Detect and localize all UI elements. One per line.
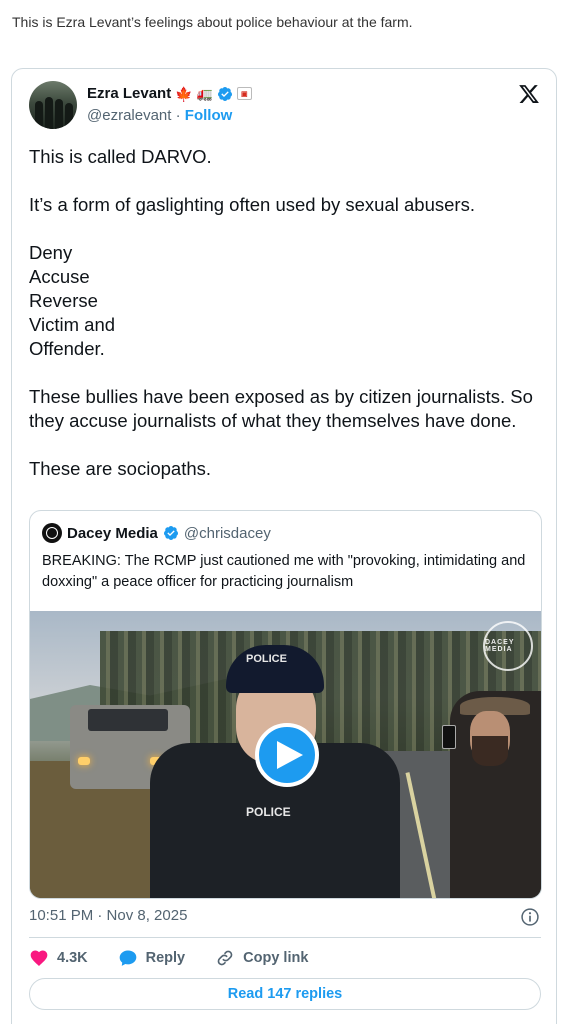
quoted-author-avatar[interactable] [42,523,62,543]
author-name[interactable]: Ezra Levant [87,85,171,102]
tweet-paragraph: These are sociopaths. [29,458,212,479]
tweet-paragraph: It’s a form of gaslighting often used by… [29,194,475,215]
quoted-tweet[interactable]: Dacey Media @chrisdacey BREAKING: The RC… [29,510,542,899]
copy-link-label: Copy link [243,950,309,966]
divider [29,937,541,938]
author-handle[interactable]: @ezralevant [87,107,171,124]
author-handle-row: @ezralevant · Follow [87,107,232,124]
author-avatar[interactable] [29,81,77,129]
tweet-paragraph: This is called DARVO. [29,146,212,167]
handle-separator: · [175,107,181,124]
author-name-row: Ezra Levant 🍁 🚛 ▣ [87,85,252,102]
dacey-media-watermark: DACEY MEDIA [483,621,533,671]
tweet-actions: 4.3K Reply Copy link [29,947,541,969]
tweet-paragraph: These bullies have been exposed as by ci… [29,386,533,431]
copy-link-button[interactable]: Copy link [215,948,308,968]
play-button[interactable] [255,723,319,787]
truck-headlight [78,757,90,765]
man-beard [472,736,508,766]
reply-button[interactable]: Reply [118,948,186,968]
canada-flag-icon: 🍁 [175,85,193,102]
quoted-video-thumbnail[interactable]: POLICE POLICE DACEY MEDIA [30,611,541,898]
like-button[interactable]: 4.3K [29,948,88,968]
verified-badge-icon [163,526,178,540]
quoted-author-name[interactable]: Dacey Media [67,525,158,542]
intro-caption: This is Ezra Levant’s feelings about pol… [12,14,413,30]
affiliate-badge-icon: ▣ [236,87,252,100]
watermark-text: DACEY MEDIA [485,639,515,653]
officer-cap-text: POLICE [246,653,287,665]
quoted-tweet-text: BREAKING: The RCMP just cautioned me wit… [42,553,526,590]
truck-icon: 🚛 [196,86,213,101]
embedded-tweet-card: Ezra Levant 🍁 🚛 ▣ @ezralevant · Follow T… [11,68,557,1024]
speech-bubble-icon [119,950,136,966]
like-count: 4.3K [57,950,88,966]
reply-label: Reply [145,950,186,966]
follow-button[interactable]: Follow [185,107,233,124]
bearded-man-figure [450,691,541,898]
verified-badge-icon [217,86,232,101]
quoted-author-row: Dacey Media @chrisdacey [42,523,271,543]
play-icon [276,741,303,769]
link-icon [217,950,233,966]
info-icon[interactable] [520,907,540,927]
phone-in-hand [442,725,456,749]
read-replies-button[interactable]: Read 147 replies [29,978,541,1010]
heart-icon [30,950,48,966]
tweet-timestamp[interactable]: 10:51 PM · Nov 8, 2025 [29,907,187,924]
x-logo-icon[interactable] [518,83,540,105]
officer-vest-text: POLICE [246,805,291,819]
tweet-paragraph: Deny Accuse Reverse Victim and Offender. [29,242,116,359]
quoted-author-handle[interactable]: @chrisdacey [184,525,271,542]
tweet-body: This is called DARVO. It’s a form of gas… [29,145,544,481]
